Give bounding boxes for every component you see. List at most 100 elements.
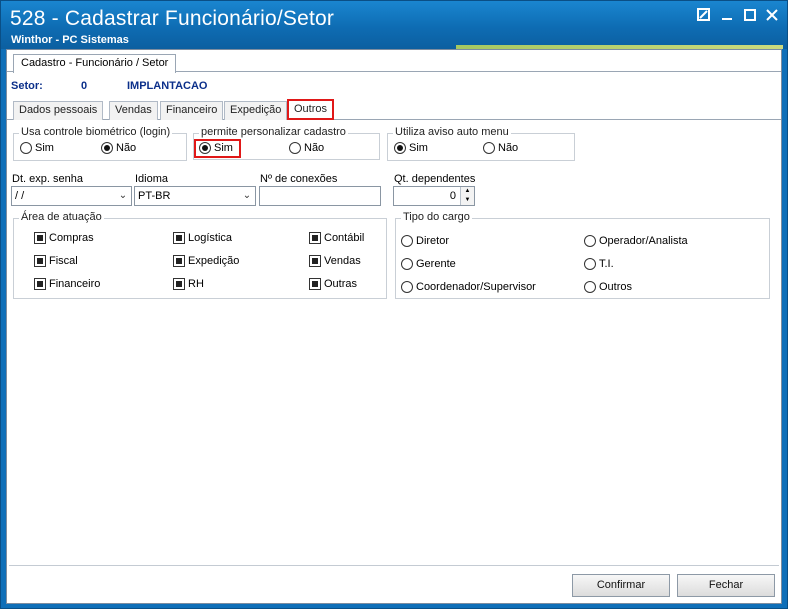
- checkbox-checked-icon: [34, 232, 46, 244]
- window-title: 528 - Cadastrar Funcionário/Setor: [10, 7, 335, 30]
- idioma-select[interactable]: PT-BR ⌄: [134, 186, 256, 206]
- biometrico-group: Usa controle biométrico (login) Sim Não: [13, 126, 187, 161]
- chevron-down-icon[interactable]: ⌄: [115, 187, 131, 205]
- radio-label: Outros: [599, 281, 633, 293]
- radio-circle-icon: [401, 258, 413, 270]
- tab-cadastro-funcionario-setor[interactable]: Cadastro - Funcionário / Setor: [13, 54, 177, 73]
- tab-vendas[interactable]: Vendas: [109, 101, 158, 120]
- idioma-label: Idioma: [135, 173, 169, 185]
- cargo-outros-radio[interactable]: Outros: [584, 281, 632, 293]
- minimize-icon[interactable]: [717, 8, 737, 26]
- aviso-sim-radio[interactable]: Sim: [394, 142, 428, 154]
- checkbox-checked-icon: [309, 278, 321, 290]
- tipo-cargo-group: Tipo do cargo Diretor Operador/Analista …: [395, 211, 770, 299]
- area-contabil-checkbox[interactable]: Contábil: [309, 232, 364, 244]
- checkbox-label: Vendas: [324, 255, 361, 267]
- biometrico-title: Usa controle biométrico (login): [19, 126, 173, 138]
- checkbox-checked-icon: [309, 255, 321, 267]
- window-subtitle: Winthor - PC Sistemas: [11, 34, 129, 46]
- area-outras-checkbox[interactable]: Outras: [309, 278, 357, 290]
- conexoes-input[interactable]: [259, 186, 381, 206]
- area-fiscal-checkbox[interactable]: Fiscal: [34, 255, 78, 267]
- conexoes-label: Nº de conexões: [260, 173, 338, 185]
- radio-circle-icon: [289, 142, 301, 154]
- radio-circle-icon: [584, 281, 596, 293]
- checkbox-label: Logística: [188, 232, 233, 244]
- area-financeiro-checkbox[interactable]: Financeiro: [34, 278, 100, 290]
- cargo-coordenador-radio[interactable]: Coordenador/Supervisor: [401, 281, 536, 293]
- sub-tabstrip: Dados pessoais Vendas Financeiro Expediç…: [7, 98, 781, 120]
- checkbox-label: Financeiro: [49, 278, 101, 290]
- tab-financeiro[interactable]: Financeiro: [160, 101, 224, 120]
- radio-circle-icon: [401, 281, 413, 293]
- cargo-ti-radio[interactable]: T.I.: [584, 258, 614, 270]
- radio-label: Não: [116, 142, 137, 154]
- main-tabstrip: Cadastro - Funcionário / Setor: [7, 50, 781, 73]
- radio-label: Sim: [35, 142, 54, 154]
- area-atuacao-title: Área de atuação: [19, 211, 104, 223]
- checkbox-label: Expedição: [188, 255, 240, 267]
- checkbox-label: Fiscal: [49, 255, 78, 267]
- area-vendas-checkbox[interactable]: Vendas: [309, 255, 361, 267]
- personalizar-nao-radio[interactable]: Não: [289, 142, 324, 154]
- dt-exp-senha-value: / /: [15, 190, 25, 202]
- radio-selected-icon: [394, 142, 406, 154]
- setor-label: Setor:: [11, 80, 43, 92]
- checkbox-checked-icon: [34, 255, 46, 267]
- tab-dados-pessoais[interactable]: Dados pessoais: [13, 101, 104, 120]
- form-client-area: Cadastro - Funcionário / Setor Setor: 0 …: [6, 49, 782, 604]
- checkbox-label: Contábil: [324, 232, 365, 244]
- chevron-down-icon[interactable]: ⌄: [239, 187, 255, 205]
- tab-expedicao[interactable]: Expedição: [224, 101, 288, 120]
- radio-circle-icon: [483, 142, 495, 154]
- maximize-icon[interactable]: [740, 8, 760, 26]
- idioma-value: PT-BR: [138, 190, 171, 202]
- close-icon[interactable]: [762, 8, 782, 26]
- biometrico-nao-radio[interactable]: Não: [101, 142, 136, 154]
- radio-label: Gerente: [416, 258, 456, 270]
- area-atuacao-group: Área de atuação Compras Logística Contáb…: [13, 211, 387, 299]
- setor-name: IMPLANTACAO: [127, 80, 208, 92]
- radio-label: Operador/Analista: [599, 235, 688, 247]
- dt-exp-senha-field[interactable]: / / ⌄: [11, 186, 132, 206]
- radio-label: Não: [498, 142, 519, 154]
- checkbox-label: Outras: [324, 278, 358, 290]
- tab-outros[interactable]: Outros: [287, 99, 335, 120]
- dt-exp-senha-label: Dt. exp. senha: [12, 173, 83, 185]
- confirmar-button[interactable]: Confirmar: [572, 574, 670, 597]
- area-rh-checkbox[interactable]: RH: [173, 278, 204, 290]
- radio-selected-icon: [101, 142, 113, 154]
- restore-icon[interactable]: [694, 8, 714, 26]
- setor-code: 0: [81, 80, 88, 92]
- area-compras-checkbox[interactable]: Compras: [34, 232, 94, 244]
- aviso-nao-radio[interactable]: Não: [483, 142, 518, 154]
- dependentes-label: Qt. dependentes: [394, 173, 476, 185]
- stepper-arrows-icon[interactable]: ▲ ▼: [460, 187, 474, 205]
- cargo-diretor-radio[interactable]: Diretor: [401, 235, 449, 247]
- checkbox-label: Compras: [49, 232, 94, 244]
- highlight-box: [194, 139, 241, 158]
- biometrico-sim-radio[interactable]: Sim: [20, 142, 54, 154]
- radio-circle-icon: [401, 235, 413, 247]
- tipo-cargo-title: Tipo do cargo: [401, 211, 472, 223]
- title-bar[interactable]: 528 - Cadastrar Funcionário/Setor Wintho…: [1, 1, 787, 49]
- dependentes-value: 0: [449, 190, 456, 202]
- personalizar-title: permite personalizar cadastro: [199, 126, 348, 138]
- radio-label: Sim: [409, 142, 428, 154]
- fechar-button[interactable]: Fechar: [677, 574, 775, 597]
- dependentes-stepper[interactable]: 0 ▲ ▼: [393, 186, 475, 206]
- radio-circle-icon: [584, 258, 596, 270]
- area-expedicao-checkbox[interactable]: Expedição: [173, 255, 239, 267]
- bottom-button-bar: Confirmar Fechar: [9, 565, 779, 603]
- checkbox-checked-icon: [34, 278, 46, 290]
- cargo-gerente-radio[interactable]: Gerente: [401, 258, 456, 270]
- checkbox-checked-icon: [173, 232, 185, 244]
- area-logistica-checkbox[interactable]: Logística: [173, 232, 232, 244]
- radio-label: Não: [304, 142, 325, 154]
- checkbox-checked-icon: [309, 232, 321, 244]
- radio-circle-icon: [20, 142, 32, 154]
- radio-circle-icon: [584, 235, 596, 247]
- cargo-operador-radio[interactable]: Operador/Analista: [584, 235, 688, 247]
- radio-label: Diretor: [416, 235, 450, 247]
- radio-label: Coordenador/Supervisor: [416, 281, 536, 293]
